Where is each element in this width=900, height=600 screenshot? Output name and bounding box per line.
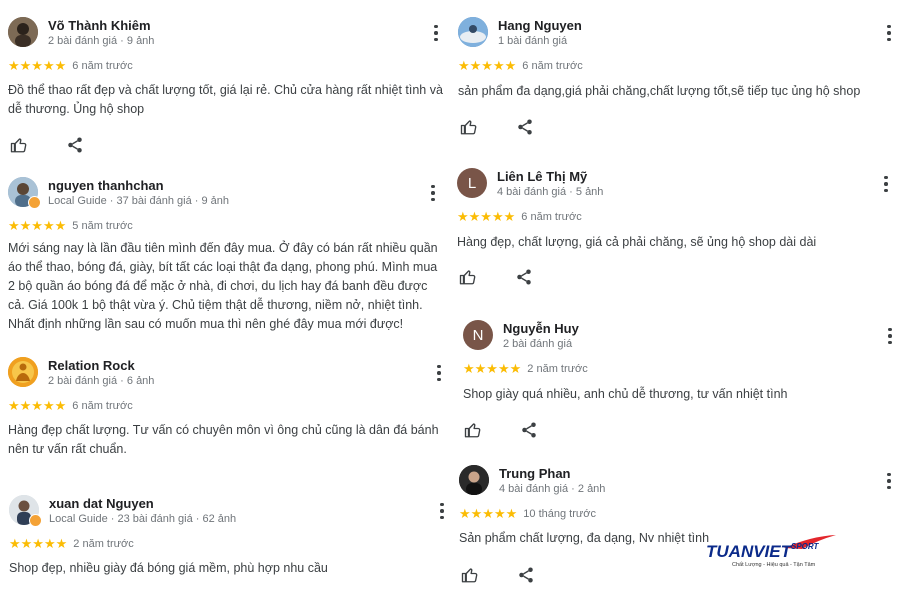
review-card: Relation Rock 2 bài đánh giá · 6 ảnh ★★★… bbox=[8, 357, 448, 467]
avatar-photo-icon bbox=[458, 17, 488, 47]
reviewer-meta: Local Guide · 37 bài đánh giá · 9 ảnh bbox=[48, 195, 230, 207]
rating-stars: ★★★★★ bbox=[457, 208, 516, 224]
review-text: sản phẩm đa dạng,giá phải chăng,chất lượ… bbox=[458, 84, 861, 98]
brand-logo: TUANVIETSPORT Chất Lượng - Hiệu quả - Tậ… bbox=[706, 535, 836, 572]
review-time: 6 năm trước bbox=[72, 59, 133, 72]
more-options-icon[interactable] bbox=[881, 174, 891, 194]
review-time: 2 năm trước bbox=[527, 362, 588, 375]
reviewer-meta: 4 bài đánh giá · 5 ảnh bbox=[497, 186, 604, 198]
local-guide-badge-icon bbox=[28, 196, 41, 209]
review-text: Mới sáng nay là lần đầu tiên mình đến đâ… bbox=[8, 241, 438, 331]
like-icon[interactable] bbox=[460, 118, 478, 136]
rating-stars: ★★★★★ bbox=[8, 217, 67, 233]
rating-row: ★★★★★ 2 năm trước bbox=[463, 360, 588, 376]
review-time: 5 năm trước bbox=[72, 219, 133, 232]
rating-stars: ★★★★★ bbox=[463, 360, 522, 376]
reviewer-name[interactable]: nguyen thanhchan bbox=[48, 178, 164, 193]
review-time: 10 tháng trước bbox=[523, 507, 596, 520]
reviewer-meta: 2 bài đánh giá bbox=[503, 338, 573, 350]
rating-row: ★★★★★ 10 tháng trước bbox=[459, 505, 596, 521]
avatar-photo-icon bbox=[459, 465, 489, 495]
avatar-initial: N bbox=[472, 326, 484, 344]
rating-stars: ★★★★★ bbox=[8, 397, 67, 413]
review-card: xuan dat Nguyen Local Guide · 23 bài đán… bbox=[9, 495, 449, 600]
share-icon[interactable] bbox=[517, 566, 535, 584]
logo-wordmark: TUANVIETSPORT bbox=[706, 542, 818, 562]
share-icon[interactable] bbox=[66, 136, 84, 154]
rating-stars: ★★★★★ bbox=[9, 535, 68, 551]
like-icon[interactable] bbox=[461, 566, 479, 584]
more-options-icon[interactable] bbox=[885, 326, 895, 346]
more-options-icon[interactable] bbox=[884, 23, 894, 43]
avatar[interactable]: L bbox=[457, 168, 487, 198]
avatar[interactable] bbox=[8, 357, 38, 387]
rating-row: ★★★★★ 5 năm trước bbox=[8, 217, 133, 233]
more-options-icon[interactable] bbox=[884, 471, 894, 491]
share-icon[interactable] bbox=[515, 268, 533, 286]
avatar[interactable] bbox=[458, 17, 488, 47]
review-card: Trung Phan 4 bài đánh giá · 2 ảnh ★★★★★ 1… bbox=[459, 465, 895, 595]
review-text: Shop giày quá nhiều, anh chủ dễ thương, … bbox=[463, 387, 788, 401]
more-options-icon[interactable] bbox=[428, 183, 438, 203]
avatar-photo-icon bbox=[8, 17, 38, 47]
review-text: Hàng đẹp, chất lượng, giá cả phải chăng,… bbox=[457, 235, 817, 249]
share-icon[interactable] bbox=[520, 421, 538, 439]
avatar[interactable]: N bbox=[463, 320, 493, 350]
more-options-icon[interactable] bbox=[437, 501, 447, 521]
reviewer-name[interactable]: Liên Lê Thị Mỹ bbox=[497, 169, 587, 184]
like-icon[interactable] bbox=[459, 268, 477, 286]
review-time: 6 năm trước bbox=[521, 210, 582, 223]
review-time: 6 năm trước bbox=[522, 59, 583, 72]
more-options-icon[interactable] bbox=[434, 363, 444, 383]
reviewer-meta: 2 bài đánh giá · 6 ảnh bbox=[48, 375, 155, 387]
avatar[interactable] bbox=[459, 465, 489, 495]
local-guide-badge-icon bbox=[29, 514, 42, 527]
logo-brand: TUANVIET bbox=[706, 542, 791, 561]
more-options-icon[interactable] bbox=[431, 23, 441, 43]
review-card: Võ Thành Khiêm 2 bài đánh giá · 9 ảnh ★★… bbox=[8, 17, 448, 157]
review-text: Shop đẹp, nhiều giày đá bóng giá mềm, ph… bbox=[9, 561, 328, 575]
reviewer-meta: Local Guide · 23 bài đánh giá · 62 ảnh bbox=[49, 513, 237, 525]
rating-stars: ★★★★★ bbox=[458, 57, 517, 73]
share-icon[interactable] bbox=[516, 118, 534, 136]
reviewer-name[interactable]: Relation Rock bbox=[48, 358, 135, 373]
review-card: N Nguyễn Huy 2 bài đánh giá ★★★★★ 2 năm t… bbox=[463, 320, 895, 445]
like-icon[interactable] bbox=[10, 136, 28, 154]
rating-stars: ★★★★★ bbox=[8, 57, 67, 73]
reviewer-name[interactable]: Võ Thành Khiêm bbox=[48, 18, 151, 33]
rating-stars: ★★★★★ bbox=[459, 505, 518, 521]
review-card: L Liên Lê Thị Mỹ 4 bài đánh giá · 5 ảnh … bbox=[457, 168, 893, 293]
avatar-initial: L bbox=[467, 174, 477, 192]
logo-tagline: Chất Lượng - Hiệu quả - Tận Tâm bbox=[732, 562, 816, 568]
avatar-buddha-icon bbox=[8, 357, 38, 387]
review-time: 2 năm trước bbox=[73, 537, 134, 550]
review-time: 6 năm trước bbox=[72, 399, 133, 412]
review-card: nguyen thanhchan Local Guide · 37 bài đá… bbox=[8, 177, 448, 337]
rating-row: ★★★★★ 6 năm trước bbox=[8, 397, 133, 413]
reviewer-name[interactable]: xuan dat Nguyen bbox=[49, 496, 154, 511]
reviewer-meta: 1 bài đánh giá bbox=[498, 35, 568, 47]
rating-row: ★★★★★ 2 năm trước bbox=[9, 535, 134, 551]
review-card: Hang Nguyen 1 bài đánh giá ★★★★★ 6 năm tr… bbox=[458, 17, 894, 142]
review-text: Đồ thể thao rất đẹp và chất lượng tốt, g… bbox=[8, 83, 443, 116]
reviewer-name[interactable]: Trung Phan bbox=[499, 466, 571, 481]
reviewer-meta: 2 bài đánh giá · 9 ảnh bbox=[48, 35, 155, 47]
review-text: Hàng đẹp chất lượng. Tư vấn có chuyên mô… bbox=[8, 423, 439, 456]
logo-sub: SPORT bbox=[791, 542, 819, 551]
like-icon[interactable] bbox=[464, 421, 482, 439]
rating-row: ★★★★★ 6 năm trước bbox=[8, 57, 133, 73]
rating-row: ★★★★★ 6 năm trước bbox=[457, 208, 582, 224]
reviewer-name[interactable]: Nguyễn Huy bbox=[503, 321, 579, 336]
reviewer-name[interactable]: Hang Nguyen bbox=[498, 18, 582, 33]
reviewer-meta: 4 bài đánh giá · 2 ảnh bbox=[499, 483, 606, 495]
avatar[interactable] bbox=[8, 17, 38, 47]
rating-row: ★★★★★ 6 năm trước bbox=[458, 57, 583, 73]
